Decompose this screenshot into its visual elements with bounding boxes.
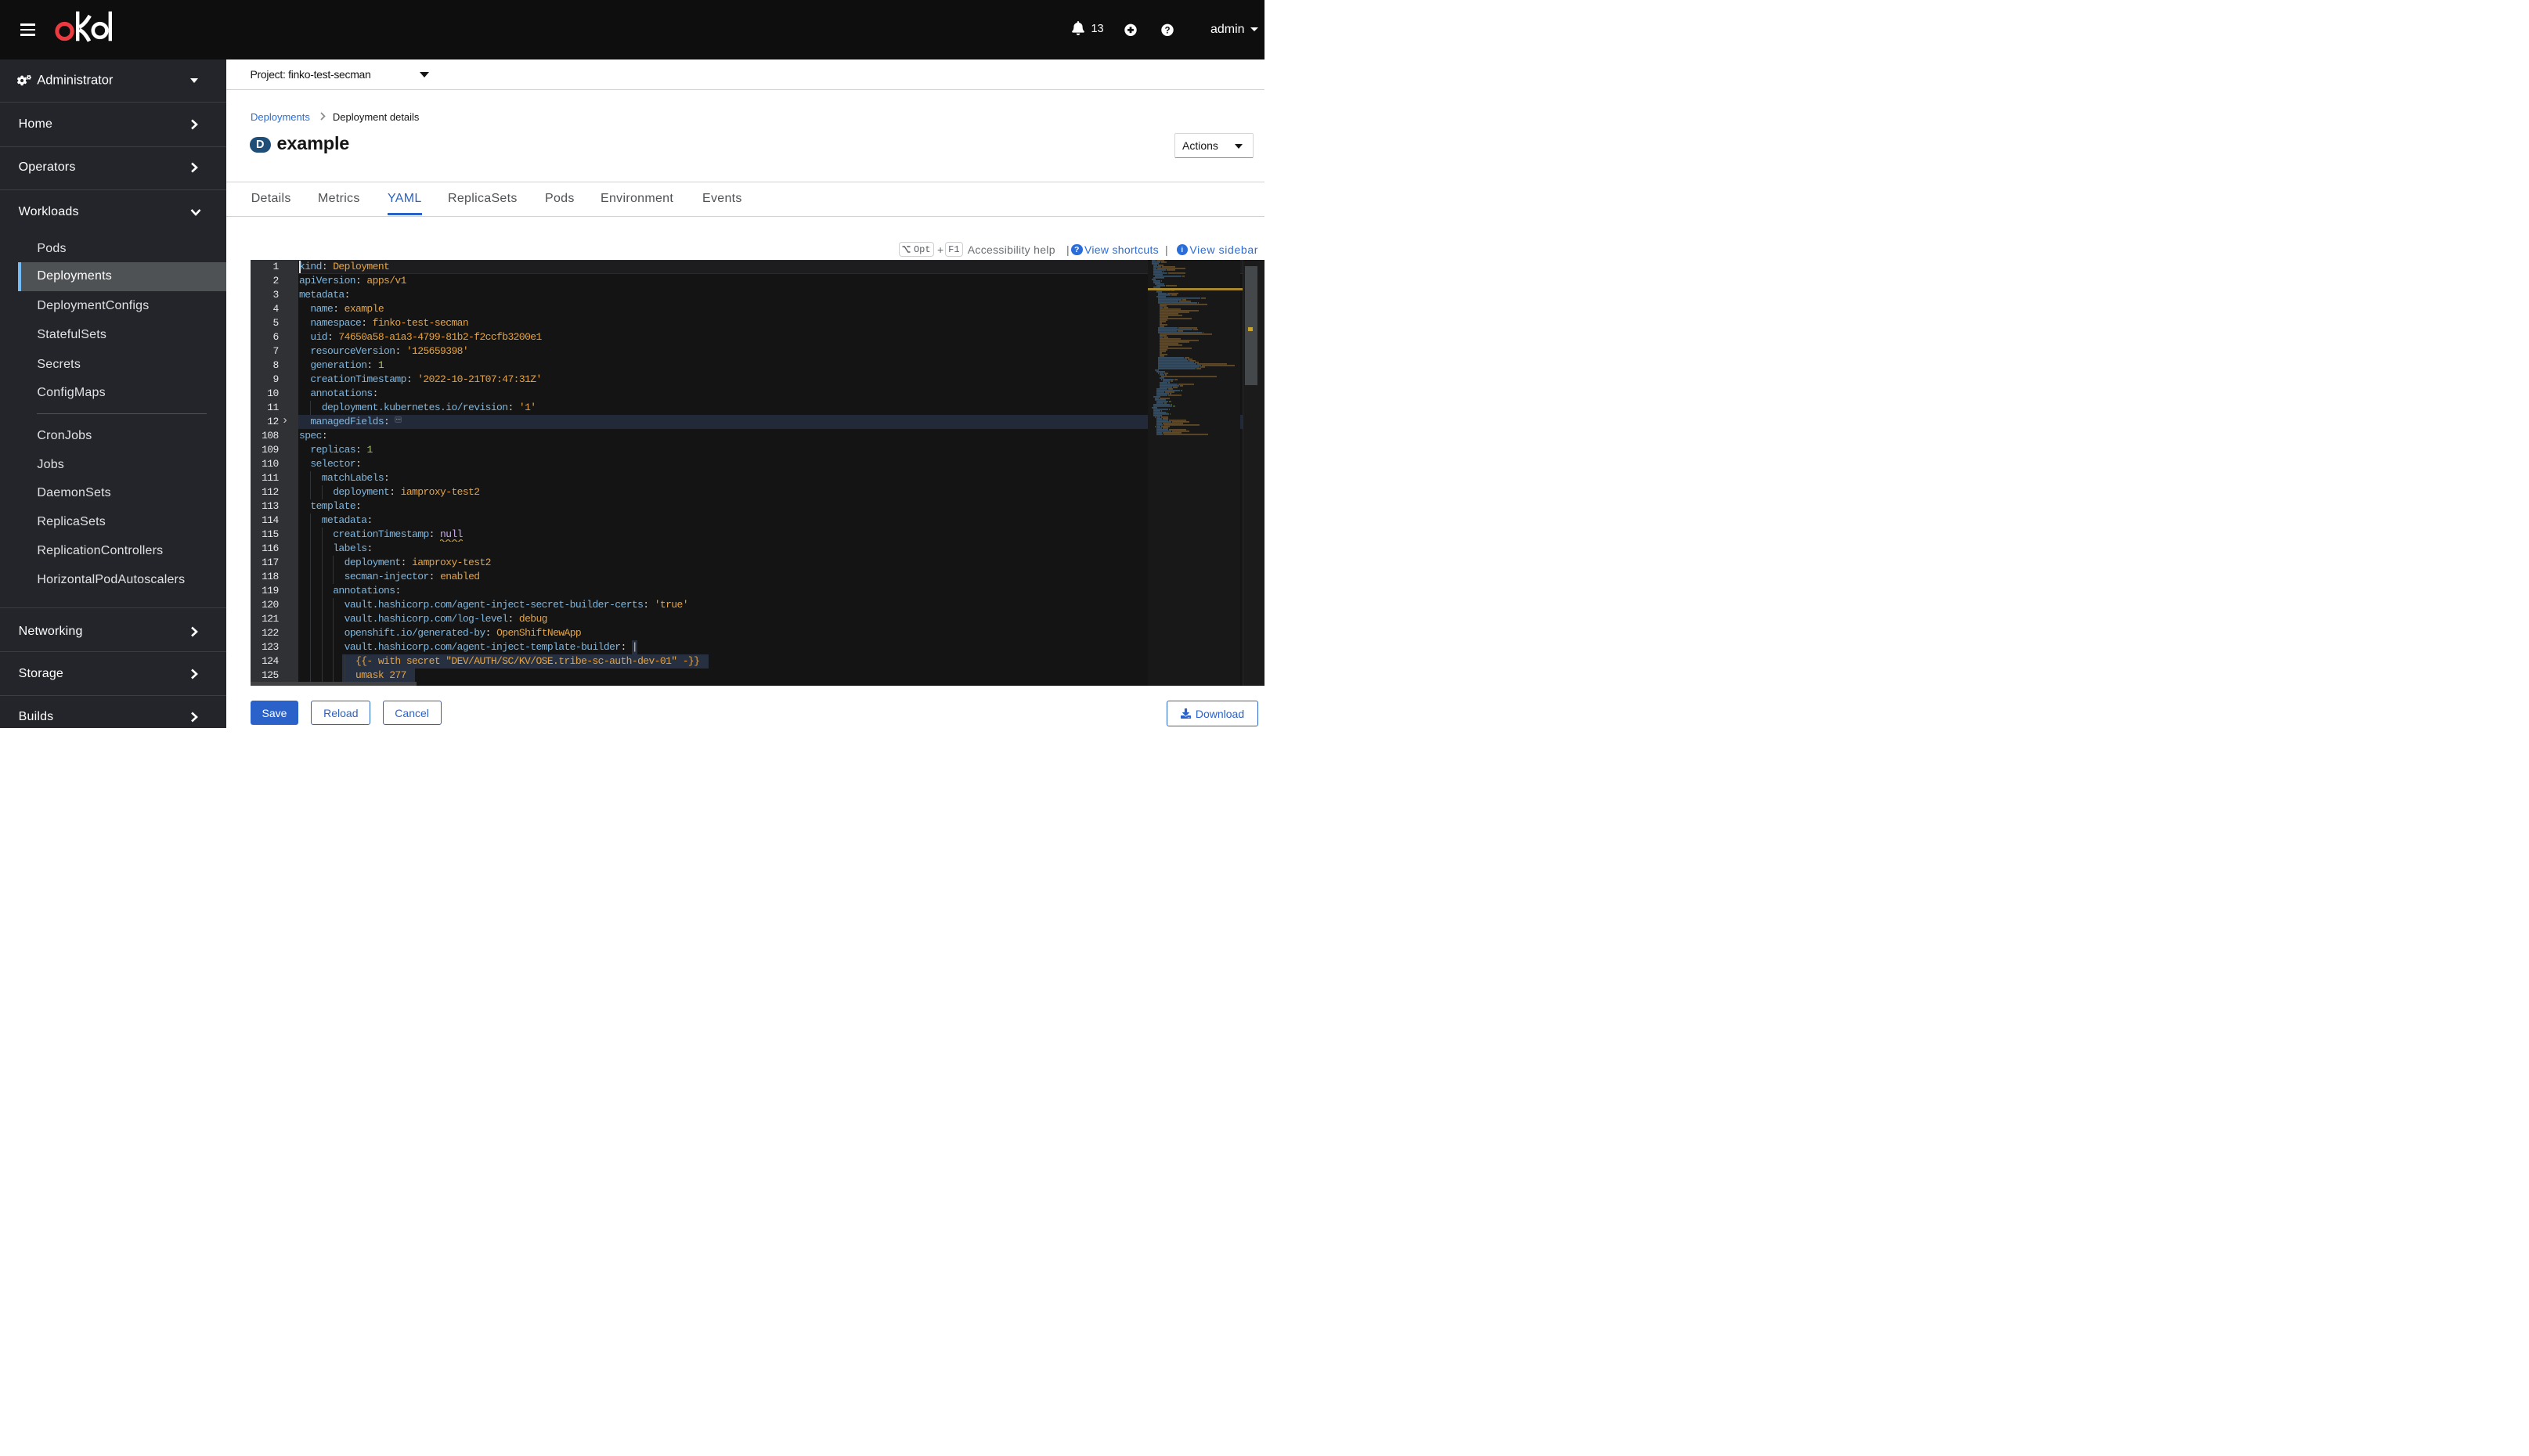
svg-text:?: ?: [1165, 27, 1171, 36]
